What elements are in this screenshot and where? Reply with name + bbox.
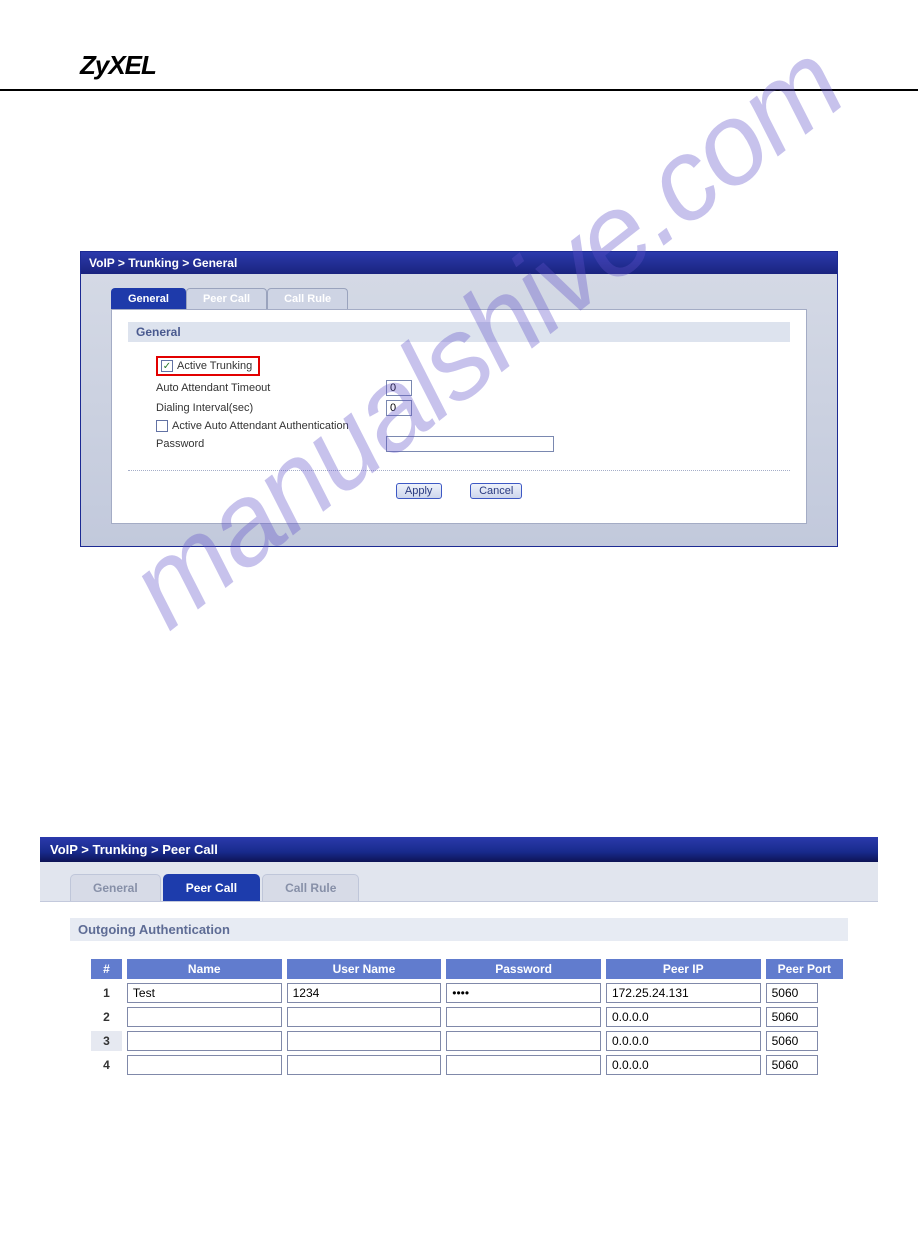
col-num: # — [91, 959, 122, 979]
tab-call-rule[interactable]: Call Rule — [262, 874, 359, 901]
tab-peer-call[interactable]: Peer Call — [186, 288, 267, 309]
password-label: Password — [156, 438, 386, 450]
section-title-outgoing-auth: Outgoing Authentication — [70, 918, 848, 941]
auto-attendant-timeout-input[interactable] — [386, 380, 412, 396]
section-title-general: General — [128, 322, 790, 342]
password-input[interactable] — [386, 436, 554, 452]
password-input[interactable] — [446, 1007, 601, 1027]
col-password: Password — [446, 959, 601, 979]
peer-ip-input[interactable] — [606, 1031, 761, 1051]
user-input[interactable] — [287, 1031, 442, 1051]
auto-attendant-timeout-label: Auto Attendant Timeout — [156, 382, 386, 394]
auto-attendant-auth-checkbox[interactable] — [156, 420, 168, 432]
table-row: 1 — [91, 983, 843, 1003]
password-input[interactable] — [446, 1031, 601, 1051]
col-peer-port: Peer Port — [766, 959, 843, 979]
active-trunking-highlight: ✓ Active Trunking — [156, 356, 260, 376]
user-input[interactable] — [287, 1055, 442, 1075]
peer-ip-input[interactable] — [606, 1007, 761, 1027]
general-panel: VoIP > Trunking > General General Peer C… — [80, 251, 838, 547]
tab-call-rule[interactable]: Call Rule — [267, 288, 348, 309]
table-row: 2 — [91, 1007, 843, 1027]
name-input[interactable] — [127, 1007, 282, 1027]
col-user: User Name — [287, 959, 442, 979]
peer-port-input[interactable] — [766, 1031, 818, 1051]
dialing-interval-label: Dialing Interval(sec) — [156, 402, 386, 414]
row-num: 2 — [91, 1007, 122, 1027]
peer-port-input[interactable] — [766, 1055, 818, 1075]
tab-peer-call[interactable]: Peer Call — [163, 874, 260, 901]
brand-logo: ZyXEL — [80, 50, 838, 81]
apply-button[interactable]: Apply — [396, 483, 442, 499]
separator — [128, 470, 790, 471]
dialing-interval-input[interactable] — [386, 400, 412, 416]
peer-ip-input[interactable] — [606, 1055, 761, 1075]
name-input[interactable] — [127, 1031, 282, 1051]
cancel-button[interactable]: Cancel — [470, 483, 522, 499]
peer-port-input[interactable] — [766, 1007, 818, 1027]
tab-general[interactable]: General — [70, 874, 161, 901]
row-num: 4 — [91, 1055, 122, 1075]
auto-attendant-auth-label: Active Auto Attendant Authentication — [172, 420, 349, 432]
table-row: 4 — [91, 1055, 843, 1075]
row-num: 3 — [91, 1031, 122, 1051]
row-num: 1 — [91, 983, 122, 1003]
password-input[interactable] — [446, 983, 601, 1003]
breadcrumb: VoIP > Trunking > Peer Call — [40, 837, 878, 862]
name-input[interactable] — [127, 1055, 282, 1075]
col-name: Name — [127, 959, 282, 979]
peer-call-panel: VoIP > Trunking > Peer Call General Peer… — [40, 837, 878, 1235]
user-input[interactable] — [287, 983, 442, 1003]
col-peer-ip: Peer IP — [606, 959, 761, 979]
user-input[interactable] — [287, 1007, 442, 1027]
peer-port-input[interactable] — [766, 983, 818, 1003]
peer-ip-input[interactable] — [606, 983, 761, 1003]
table-row: 3 — [91, 1031, 843, 1051]
active-trunking-checkbox[interactable]: ✓ — [161, 360, 173, 372]
active-trunking-label: Active Trunking — [177, 360, 252, 372]
password-input[interactable] — [446, 1055, 601, 1075]
peer-table: # Name User Name Password Peer IP Peer P… — [86, 955, 848, 1079]
name-input[interactable] — [127, 983, 282, 1003]
tab-general[interactable]: General — [111, 288, 186, 309]
breadcrumb: VoIP > Trunking > General — [81, 252, 837, 274]
